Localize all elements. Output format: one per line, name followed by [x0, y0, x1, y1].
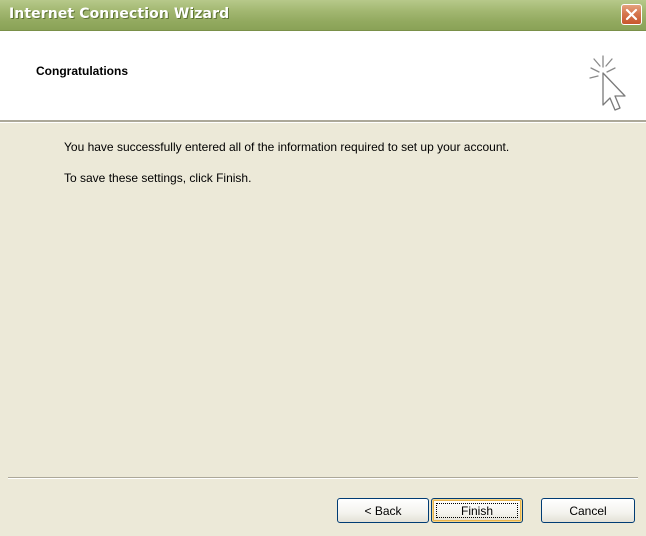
window-title: Internet Connection Wizard	[9, 6, 230, 22]
success-message: You have successfully entered all of the…	[64, 140, 510, 154]
finish-button-label: Finish	[460, 503, 493, 518]
footer-divider	[8, 477, 638, 479]
wizard-window: Internet Connection Wizard Congratulatio…	[0, 0, 646, 536]
title-bar[interactable]: Internet Connection Wizard	[0, 0, 646, 31]
back-button[interactable]: < Back	[337, 498, 429, 523]
cursor-sparkle-icon	[589, 55, 626, 111]
finish-button[interactable]: Finish	[431, 498, 523, 523]
close-icon	[625, 8, 638, 21]
wizard-header: Congratulations	[0, 31, 646, 120]
instruction-message: To save these settings, click Finish.	[64, 171, 252, 185]
page-title: Congratulations	[36, 64, 128, 78]
header-divider	[0, 120, 646, 123]
cancel-button[interactable]: Cancel	[541, 498, 635, 523]
close-button[interactable]	[621, 4, 642, 25]
